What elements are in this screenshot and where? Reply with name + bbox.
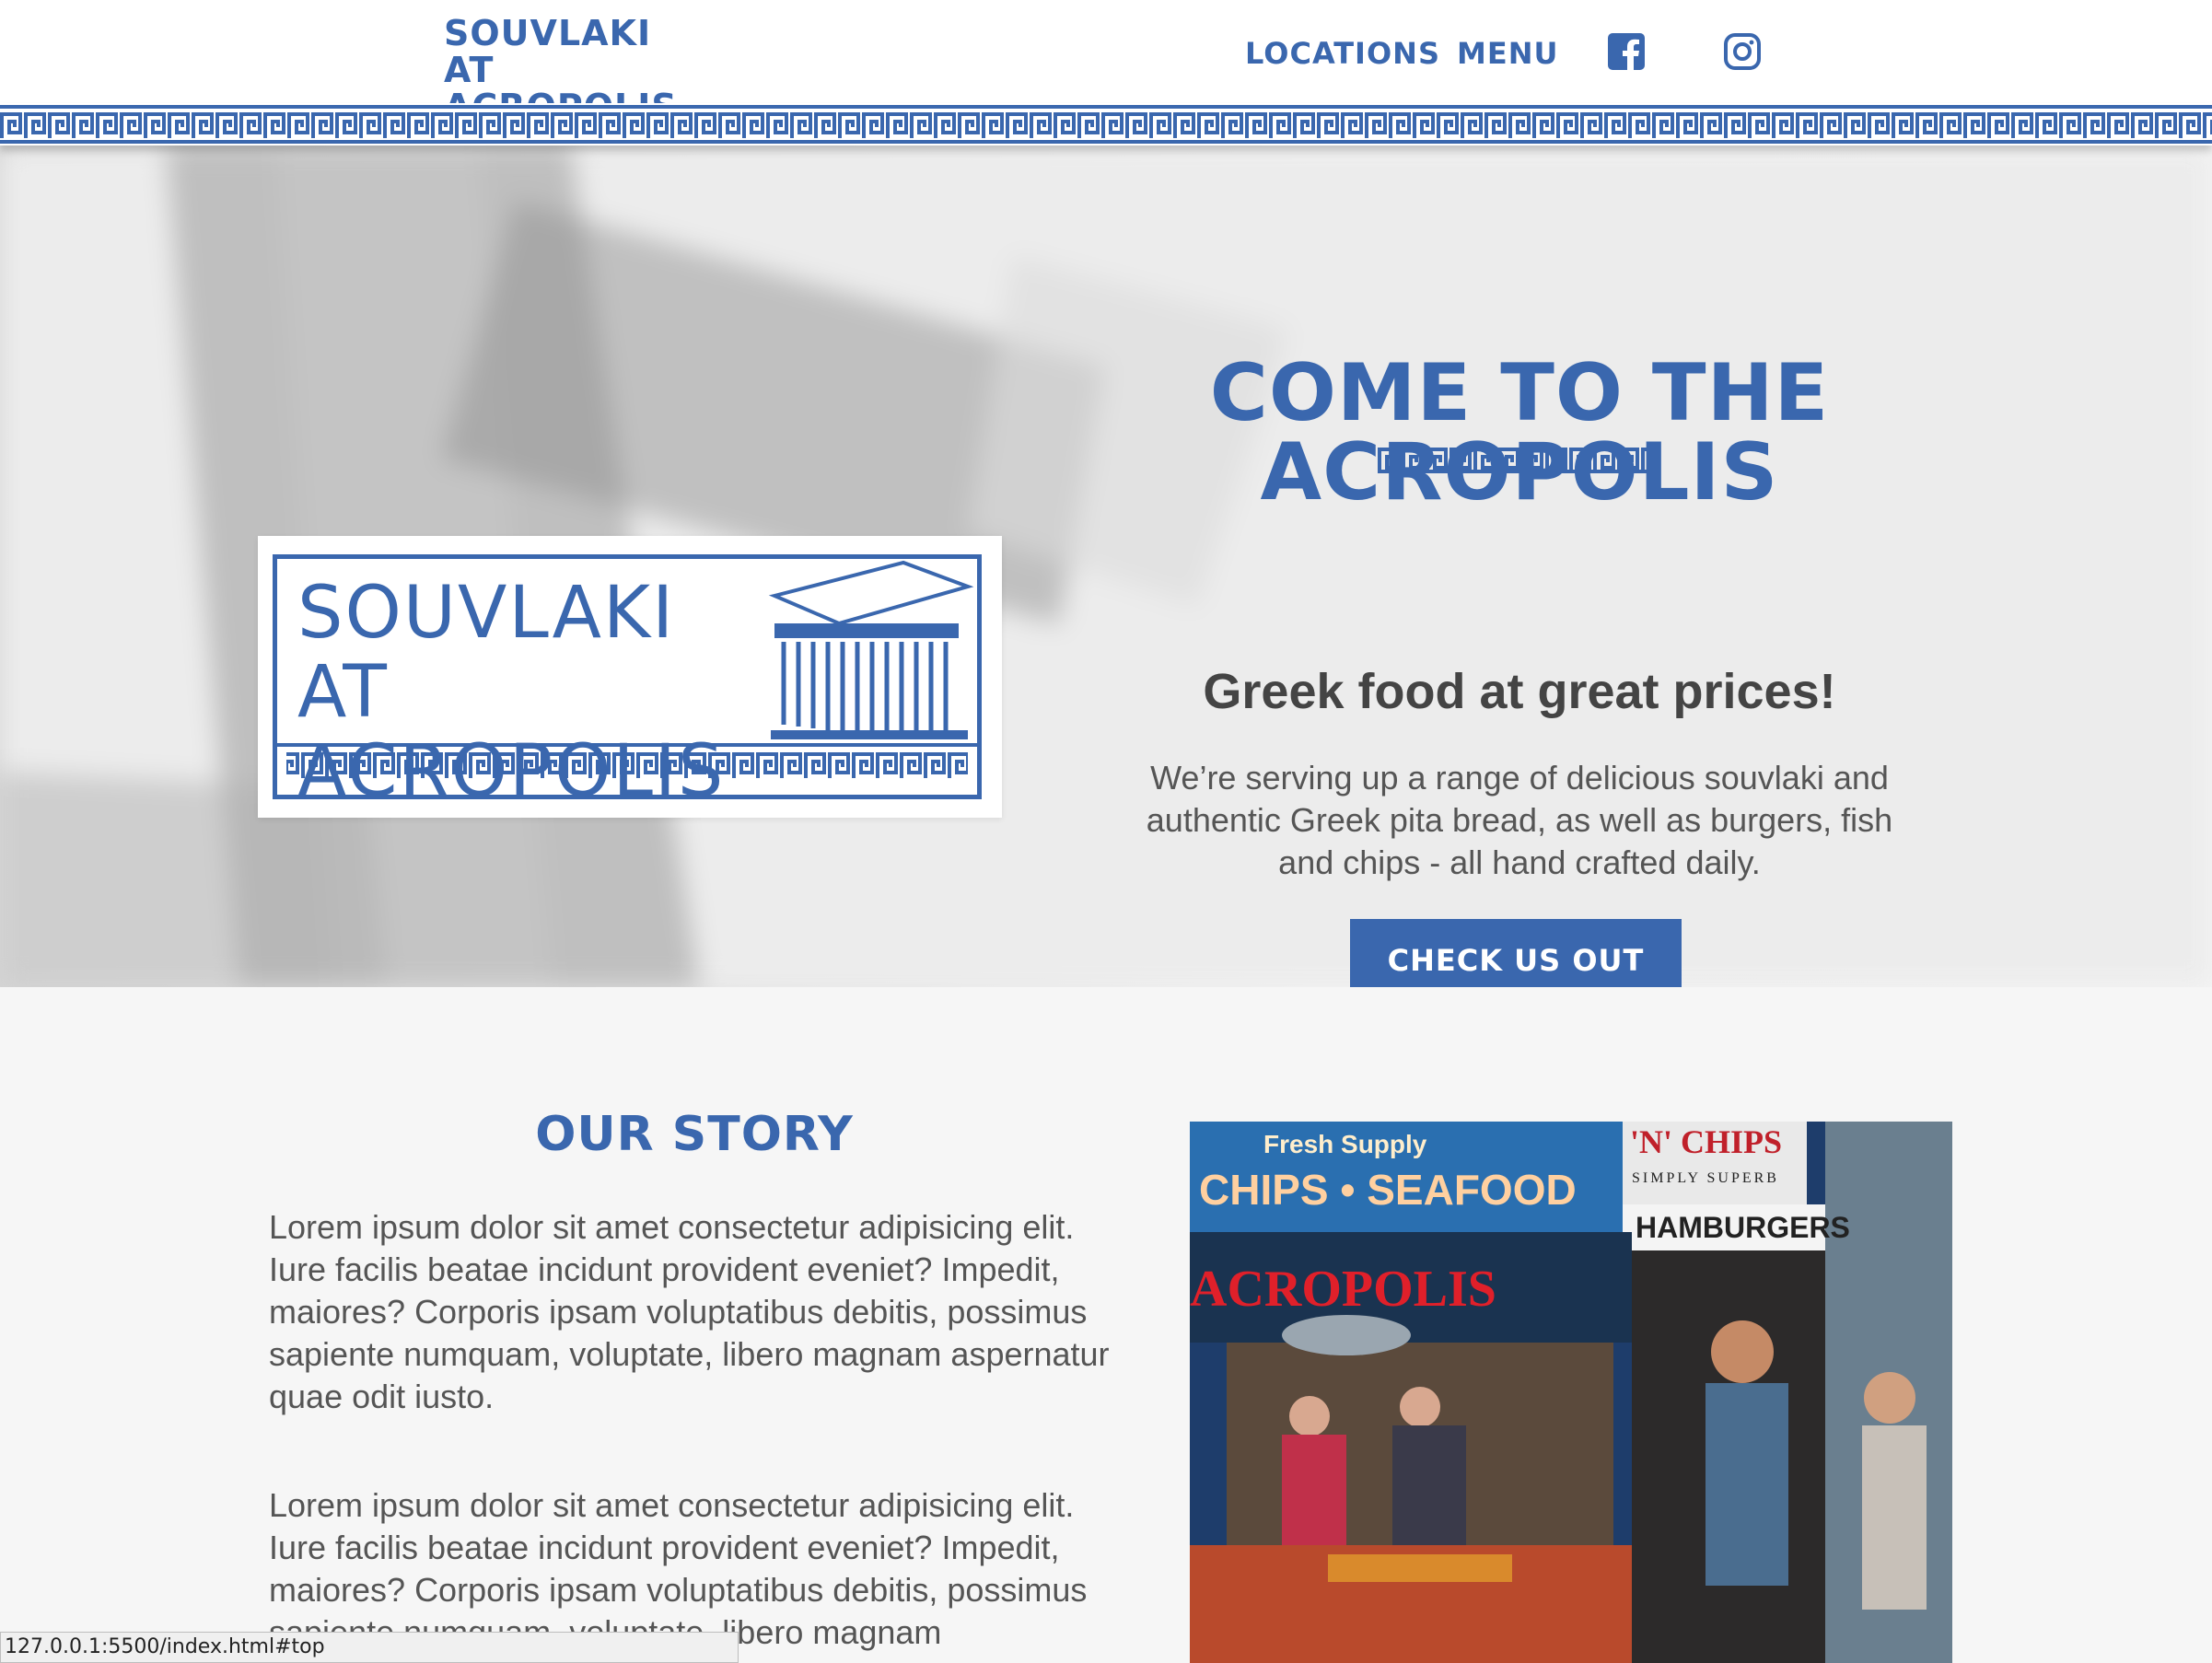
photo-sign-seafood: CHIPS • SEAFOOD: [1199, 1166, 1577, 1214]
instagram-icon[interactable]: [1722, 31, 1763, 72]
nav-link-locations[interactable]: Locations: [1245, 36, 1440, 71]
nav-locations[interactable]: Locations: [1245, 33, 1440, 74]
hero-section: SOUVLAKI AT ACROPOLIS Come to th: [0, 145, 2212, 987]
photo-sign-chips: 'N' CHIPS: [1630, 1123, 1782, 1160]
photo-sign-supply: Fresh Supply: [1263, 1130, 1427, 1158]
nav-link-menu[interactable]: Menu: [1457, 36, 1558, 71]
parthenon-icon: [768, 560, 974, 739]
hero-title: Come to the Acropolis: [1209, 347, 1830, 512]
browser-status-bar: 127.0.0.1:5500/index.html#top: [0, 1632, 739, 1663]
greek-key-border: [0, 103, 2212, 145]
photo-sign-simply-superb: SIMPLY SUPERB: [1632, 1170, 1779, 1186]
story-paragraph: Lorem ipsum dolor sit amet consectetur a…: [269, 1486, 1088, 1651]
check-us-out-button[interactable]: Check us out: [1350, 919, 1682, 987]
photo-sign-acropolis: ACROPOLIS: [1190, 1261, 1496, 1318]
photo-sign-hamburgers: HAMBURGERS: [1636, 1211, 1850, 1244]
facebook-icon[interactable]: [1606, 31, 1647, 72]
shopfront-photo: CHIPS • SEAFOOD Fresh Supply 'N' CHIPS S…: [1190, 1122, 1952, 1663]
story-title: Our Story: [535, 1107, 854, 1162]
story-section: Our Story Lorem ipsum dolor sit amet con…: [0, 987, 2212, 1663]
logo-greek-key: [277, 743, 977, 787]
nav-menu[interactable]: Menu: [1457, 33, 1558, 74]
story-paragraph: Lorem ipsum dolor sit amet consectetur a…: [269, 1208, 1110, 1415]
site-header: SOUVLAKI AT ACROPOLIS Locations Menu: [0, 0, 2212, 125]
hero-description: We’re serving up a range of delicious so…: [1146, 759, 1893, 881]
hero-logo-frame: SOUVLAKI AT ACROPOLIS: [273, 554, 982, 811]
hero-subtitle: Greek food at great prices!: [1203, 664, 1836, 719]
hero-logo-card: SOUVLAKI AT ACROPOLIS: [258, 536, 1002, 818]
hero-greek-key-divider: [1378, 440, 1654, 473]
